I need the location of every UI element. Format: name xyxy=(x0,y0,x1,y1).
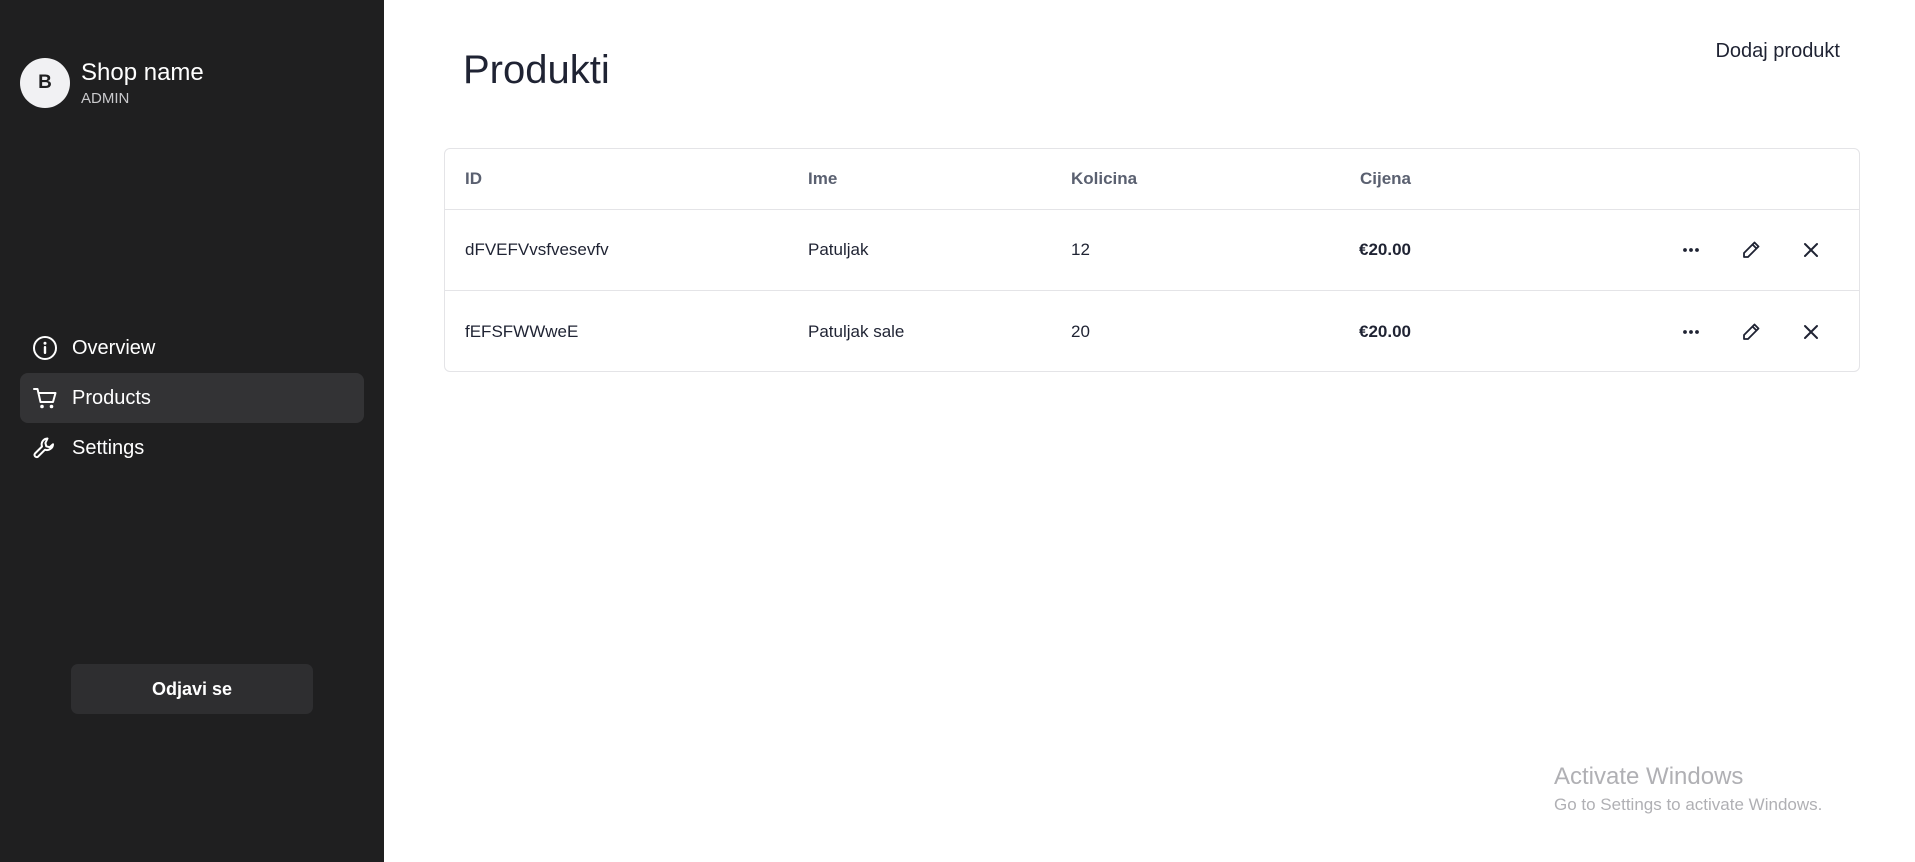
cell-name: Patuljak sale xyxy=(808,321,905,341)
table-header-row: ID Ime Kolicina Cijena xyxy=(445,149,1859,210)
user-role: ADMIN xyxy=(81,90,130,107)
table-row[interactable]: dFVEFVvsfvesevfv Patuljak 12 €20.00 xyxy=(445,210,1859,291)
sidebar: B Shop name ADMIN Overview Products Sett… xyxy=(0,0,384,862)
sidebar-nav: Overview Products Settings xyxy=(20,323,364,473)
watermark-subtitle: Go to Settings to activate Windows. xyxy=(1554,795,1823,814)
wrench-icon xyxy=(32,435,58,461)
row-actions xyxy=(1647,210,1827,290)
shop-name: Shop name xyxy=(81,59,204,86)
info-circle-icon xyxy=(32,335,58,361)
sidebar-item-label: Overview xyxy=(72,336,156,359)
cell-name: Patuljak xyxy=(808,240,869,259)
windows-activation-watermark: Activate Windows Go to Settings to activ… xyxy=(1554,762,1822,816)
profile-text: Shop name ADMIN xyxy=(81,58,204,108)
more-icon[interactable] xyxy=(1675,316,1707,348)
column-header-id[interactable]: ID xyxy=(465,149,482,209)
profile: B Shop name ADMIN xyxy=(20,58,204,108)
cell-quantity: 12 xyxy=(1071,240,1090,259)
cart-icon xyxy=(32,385,58,411)
sidebar-item-label: Settings xyxy=(72,436,145,459)
sidebar-item-settings[interactable]: Settings xyxy=(20,423,364,473)
column-header-price[interactable]: Cijena xyxy=(1311,149,1411,209)
add-product-button[interactable]: Dodaj produkt xyxy=(1715,40,1840,63)
column-header-quantity[interactable]: Kolicina xyxy=(1071,149,1137,209)
avatar[interactable]: B xyxy=(20,58,70,108)
products-table: ID Ime Kolicina Cijena dFVEFVvsfvesevfv … xyxy=(444,148,1860,372)
edit-pencil-icon[interactable] xyxy=(1735,316,1767,348)
row-actions xyxy=(1647,291,1827,372)
column-header-name[interactable]: Ime xyxy=(808,149,837,209)
more-icon[interactable] xyxy=(1675,234,1707,266)
edit-pencil-icon[interactable] xyxy=(1735,234,1767,266)
cell-quantity: 20 xyxy=(1071,321,1090,341)
delete-x-icon[interactable] xyxy=(1795,316,1827,348)
app-root: B Shop name ADMIN Overview Products Sett… xyxy=(0,0,1915,862)
cell-price: €20.00 xyxy=(1359,240,1411,259)
sidebar-item-products[interactable]: Products xyxy=(20,373,364,423)
page-title: Produkti xyxy=(463,48,610,92)
delete-x-icon[interactable] xyxy=(1795,234,1827,266)
cell-id: fEFSFWWweE xyxy=(465,321,579,341)
cell-price: €20.00 xyxy=(1359,321,1411,341)
sidebar-item-label: Products xyxy=(72,386,151,409)
cell-id: dFVEFVvsfvesevfv xyxy=(465,240,609,259)
watermark-title: Activate Windows xyxy=(1554,763,1744,790)
logout-button[interactable]: Odjavi se xyxy=(71,664,313,714)
sidebar-item-overview[interactable]: Overview xyxy=(20,323,364,373)
table-row[interactable]: fEFSFWWweE Patuljak sale 20 €20.00 xyxy=(445,291,1859,372)
